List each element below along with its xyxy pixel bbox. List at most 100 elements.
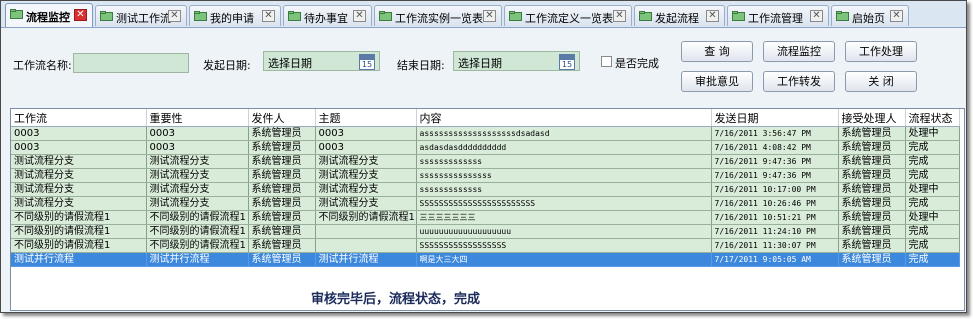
tab-workflow-definitions[interactable]: 工作流定义一览表 ✕ (504, 5, 632, 26)
tab-label: 测试工作流 (116, 12, 171, 25)
workflow-monitor-window: 流程监控 ✕ 测试工作流 ✕ 我的申请 ✕ 待办事宜 ✕ 工作流实例一览表 ✕ … (0, 0, 967, 313)
table-cell: 7/16/2011 11:24:10 PM (711, 224, 839, 239)
table-cell: 完成 (905, 238, 960, 253)
approval-opinion-button[interactable]: 审批意见 (681, 71, 753, 92)
table-cell: 完成 (905, 196, 960, 211)
workflow-name-label: 工作流名称: (13, 59, 72, 72)
column-header-workflow[interactable]: 工作流 (11, 109, 147, 127)
table-cell: 测试流程分支 (315, 154, 417, 169)
table-cell: 系统管理员 (248, 252, 316, 267)
tab-label: 启始页 (852, 12, 885, 25)
work-handle-button[interactable]: 工作处理 (845, 41, 917, 62)
table-cell: 测试流程分支 (146, 196, 249, 211)
table-cell: 不同级别的请假流程1 (146, 210, 249, 225)
completed-label: 是否完成 (615, 57, 659, 70)
tab-my-requests[interactable]: 我的申请 ✕ (189, 5, 281, 26)
tab-label: 我的申请 (210, 12, 254, 25)
tab-todo[interactable]: 待办事宜 ✕ (283, 5, 372, 26)
table-row[interactable]: 测试流程分支 测试流程分支 系统管理员 测试流程分支 sssssssssssss 7/16… (11, 154, 960, 169)
table-cell: 系统管理员 (248, 196, 316, 211)
close-icon[interactable]: ✕ (168, 10, 181, 22)
tab-process-monitor[interactable]: 流程监控 ✕ (5, 3, 93, 27)
tab-label: 发起流程 (655, 12, 699, 25)
tab-workflow-management[interactable]: 工作流管理 ✕ (727, 5, 829, 26)
column-header-subject[interactable]: 主题 (315, 109, 417, 127)
table-cell: 系统管理员 (248, 224, 316, 239)
table-cell: 三三三三三三三 (416, 210, 712, 225)
annotation-caption: 审核完毕后，流程状态，完成 (311, 292, 481, 307)
close-button[interactable]: 关 闭 (845, 71, 917, 92)
tab-test-workflow[interactable]: 测试工作流 ✕ (95, 5, 187, 26)
tab-start-page[interactable]: 启始页 ✕ (831, 5, 909, 26)
table-cell: 7/17/2011 9:05:05 AM (711, 252, 839, 267)
tab-start-process[interactable]: 发起流程 ✕ (634, 5, 725, 26)
close-icon[interactable]: ✕ (353, 10, 366, 22)
table-row[interactable]: 0003 0003 系统管理员 0003 asdasdasdddddddddd 7/16/… (11, 140, 960, 155)
table-cell: 不同级别的请假流程1 (11, 224, 147, 239)
folder-icon (639, 11, 652, 21)
close-icon[interactable]: ✕ (810, 10, 823, 22)
table-cell: 测试流程分支 (11, 168, 147, 183)
table-cell: 测试流程分支 (315, 196, 417, 211)
close-icon[interactable]: ✕ (613, 10, 626, 22)
table-cell: 7/16/2011 10:26:46 PM (711, 196, 839, 211)
column-header-receiver[interactable]: 接受处理人 (838, 109, 906, 127)
table-cell: 0003 (315, 126, 417, 141)
column-header-sender[interactable]: 发件人 (248, 109, 316, 127)
table-row[interactable]: 不同级别的请假流程1 不同级别的请假流程1 系统管理员 不同级别的请假流程1 三三三三三… (11, 210, 960, 225)
column-header-send-date[interactable]: 发送日期 (711, 109, 839, 127)
process-monitor-button[interactable]: 流程监控 (763, 41, 835, 62)
table-cell: 不同级别的请假流程1 (11, 238, 147, 253)
folder-icon (509, 11, 522, 21)
table-cell: 完成 (905, 168, 960, 183)
work-forward-button[interactable]: 工作转发 (763, 71, 835, 92)
workflow-name-input[interactable] (73, 53, 189, 73)
folder-icon (194, 11, 207, 21)
close-icon[interactable]: ✕ (483, 10, 496, 22)
table-row[interactable]: 不同级别的请假流程1 不同级别的请假流程1 系统管理员 uuuuuuuuuuuuuuu… (11, 224, 960, 239)
calendar-icon[interactable]: 15 (559, 54, 575, 70)
table-cell: 系统管理员 (248, 154, 316, 169)
table-cell: 系统管理员 (248, 140, 316, 155)
tab-label: 工作流定义一览表 (525, 12, 613, 25)
calendar-icon[interactable]: 15 (359, 54, 375, 70)
table-cell: 0003 (11, 140, 147, 155)
folder-icon (379, 11, 392, 21)
table-cell: sssssssssssss (416, 154, 712, 169)
folder-icon (100, 11, 113, 21)
table-cell: 7/16/2011 9:47:36 PM (711, 168, 839, 183)
close-icon[interactable]: ✕ (890, 10, 903, 22)
table-cell: 处理中 (905, 182, 960, 197)
tab-label: 工作流实例一览表 (395, 12, 483, 25)
table-row[interactable]: 不同级别的请假流程1 不同级别的请假流程1 系统管理员 SSSSSSSSSSSSSSS… (11, 238, 960, 253)
table-row[interactable]: 测试流程分支 测试流程分支 系统管理员 测试流程分支 sssssssssssssss 7/… (11, 168, 960, 183)
column-header-importance[interactable]: 重要性 (146, 109, 249, 127)
table-cell: 测试并行流程 (146, 252, 249, 267)
table-cell: 系统管理员 (248, 238, 316, 253)
table-cell: 不同级别的请假流程1 (146, 238, 249, 253)
close-icon[interactable]: ✕ (74, 9, 87, 21)
close-icon[interactable]: ✕ (706, 10, 719, 22)
folder-icon (288, 11, 301, 21)
table-cell: 测试流程分支 (315, 168, 417, 183)
table-cell (315, 224, 417, 239)
column-header-content[interactable]: 内容 (416, 109, 712, 127)
table-cell: 测试流程分支 (11, 182, 147, 197)
start-date-placeholder: 选择日期 (268, 57, 312, 70)
table-row[interactable]: 测试并行流程 测试并行流程 系统管理员 测试并行流程 啊是大三大四 7/17/2011 9… (11, 252, 960, 267)
tab-workflow-instances[interactable]: 工作流实例一览表 ✕ (374, 5, 502, 26)
table-cell: 7/16/2011 10:17:00 PM (711, 182, 839, 197)
column-header-status[interactable]: 流程状态 (905, 109, 960, 127)
table-row[interactable]: 0003 0003 系统管理员 0003 asssssssssssssssssssdsa… (11, 126, 960, 141)
completed-checkbox[interactable] (601, 56, 612, 67)
tab-label: 流程监控 (26, 11, 70, 24)
table-cell: 系统管理员 (248, 168, 316, 183)
close-icon[interactable]: ✕ (262, 10, 275, 22)
table-cell: 完成 (905, 224, 960, 239)
table-cell: 系统管理员 (838, 210, 906, 225)
table-row[interactable]: 测试流程分支 测试流程分支 系统管理员 测试流程分支 sssssssssssss 7/16… (11, 182, 960, 197)
table-row[interactable]: 测试流程分支 测试流程分支 系统管理员 测试流程分支 SSSSSSSSSSSSSSSSS… (11, 196, 960, 211)
table-cell: 测试流程分支 (11, 154, 147, 169)
table-cell: 7/16/2011 3:56:47 PM (711, 126, 839, 141)
query-button[interactable]: 查 询 (681, 41, 753, 62)
